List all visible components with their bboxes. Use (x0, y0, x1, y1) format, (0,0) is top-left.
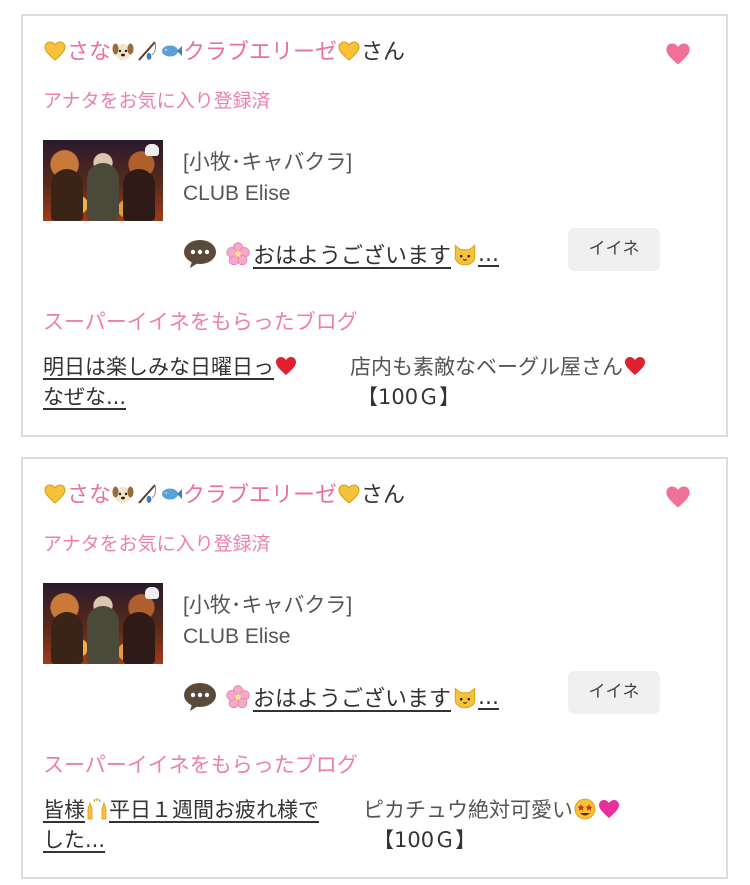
shop-category: [小牧･キャバクラ] (183, 151, 353, 174)
user-name: さな (67, 40, 112, 65)
shop-name[interactable]: CLUB Elise (183, 625, 290, 649)
name-suffix: さん (361, 40, 406, 65)
message-row: おはようございます... (183, 238, 499, 270)
shop-name[interactable]: CLUB Elise (183, 182, 290, 206)
name-suffix: さん (361, 483, 406, 508)
fishing-pole-icon (135, 39, 159, 63)
pink-heart-icon (597, 797, 621, 821)
message-ellipsis: ... (478, 241, 499, 267)
dog-face-icon (111, 482, 135, 506)
cat-face-icon (452, 241, 478, 267)
red-heart-icon (274, 354, 298, 378)
raising-hands-icon (85, 797, 109, 821)
super-iine-heading: スーパーイイネをもらったブログ (43, 310, 358, 334)
yellow-heart-icon (43, 39, 67, 63)
favorite-status: アナタをお気に入り登録済 (43, 533, 271, 555)
notification-card: さな クラブエリーゼ さん アナタをお気に入り登録済 [小牧･キャバクラ] CLUB… (21, 457, 728, 879)
blog-description: ピカチュウ絶対可愛い (363, 795, 621, 825)
cherry-blossom-icon (225, 241, 251, 267)
fishing-pole-icon (135, 482, 159, 506)
user-name: さな (67, 483, 112, 508)
notification-card: さな クラブエリーゼ さん アナタをお気に入り登録済 [小牧･キャバクラ] CLUB… (21, 14, 728, 437)
message-link[interactable]: おはようございます... (225, 238, 499, 270)
message-row: おはようございます... (183, 681, 499, 713)
blog-description: 店内も素敵なベーグル屋さん (350, 352, 647, 382)
yellow-heart-icon (337, 39, 361, 63)
blog-title-text: 明日は楽しみな日曜日っ (43, 355, 274, 379)
star-struck-icon (573, 797, 597, 821)
favorite-status: アナタをお気に入り登録済 (43, 90, 271, 112)
blog-title-tail: した... (43, 828, 106, 852)
yellow-heart-icon (43, 482, 67, 506)
user-name-row[interactable]: さな クラブエリーゼ さん (43, 481, 405, 511)
dog-face-icon (111, 39, 135, 63)
iine-button[interactable]: イイネ (568, 228, 660, 271)
blog-title-mid: 平日１週間お疲れ様で (109, 798, 319, 822)
blog-desc-text: ピカチュウ絶対可愛い (363, 798, 573, 822)
blog-title-link[interactable]: 皆様 平日１週間お疲れ様で した... (43, 795, 348, 855)
red-heart-icon (623, 354, 647, 378)
blog-title-text: 皆様 (43, 798, 85, 822)
blog-reward: 【100Ｇ】 (357, 385, 461, 409)
cherry-blossom-icon (225, 684, 251, 710)
blog-reward: 【100Ｇ】 (373, 828, 477, 852)
iine-button[interactable]: イイネ (568, 671, 660, 714)
fish-icon (159, 482, 183, 506)
message-text: おはようございます (253, 687, 452, 712)
blog-title-tail: なぜな... (43, 385, 127, 409)
blog-title-link[interactable]: 明日は楽しみな日曜日っ なぜな... (43, 352, 348, 412)
super-iine-heading: スーパーイイネをもらったブログ (43, 753, 358, 777)
user-name-row[interactable]: さな クラブエリーゼ さん (43, 38, 405, 68)
shop-thumbnail[interactable] (43, 140, 163, 221)
shop-thumbnail[interactable] (43, 583, 163, 664)
message-link[interactable]: おはようございます... (225, 681, 499, 713)
favorite-heart-icon[interactable] (664, 483, 692, 511)
speech-bubble-icon (184, 240, 216, 268)
message-text: おはようございます (253, 244, 452, 269)
yellow-heart-icon (337, 482, 361, 506)
blog-desc-text: 店内も素敵なベーグル屋さん (350, 355, 623, 379)
shop-category: [小牧･キャバクラ] (183, 594, 353, 617)
fish-icon (159, 39, 183, 63)
message-ellipsis: ... (478, 684, 499, 710)
user-shop-name: クラブエリーゼ (183, 483, 338, 508)
cat-face-icon (452, 684, 478, 710)
speech-bubble-icon (184, 683, 216, 711)
favorite-heart-icon[interactable] (664, 40, 692, 68)
user-shop-name: クラブエリーゼ (183, 40, 338, 65)
